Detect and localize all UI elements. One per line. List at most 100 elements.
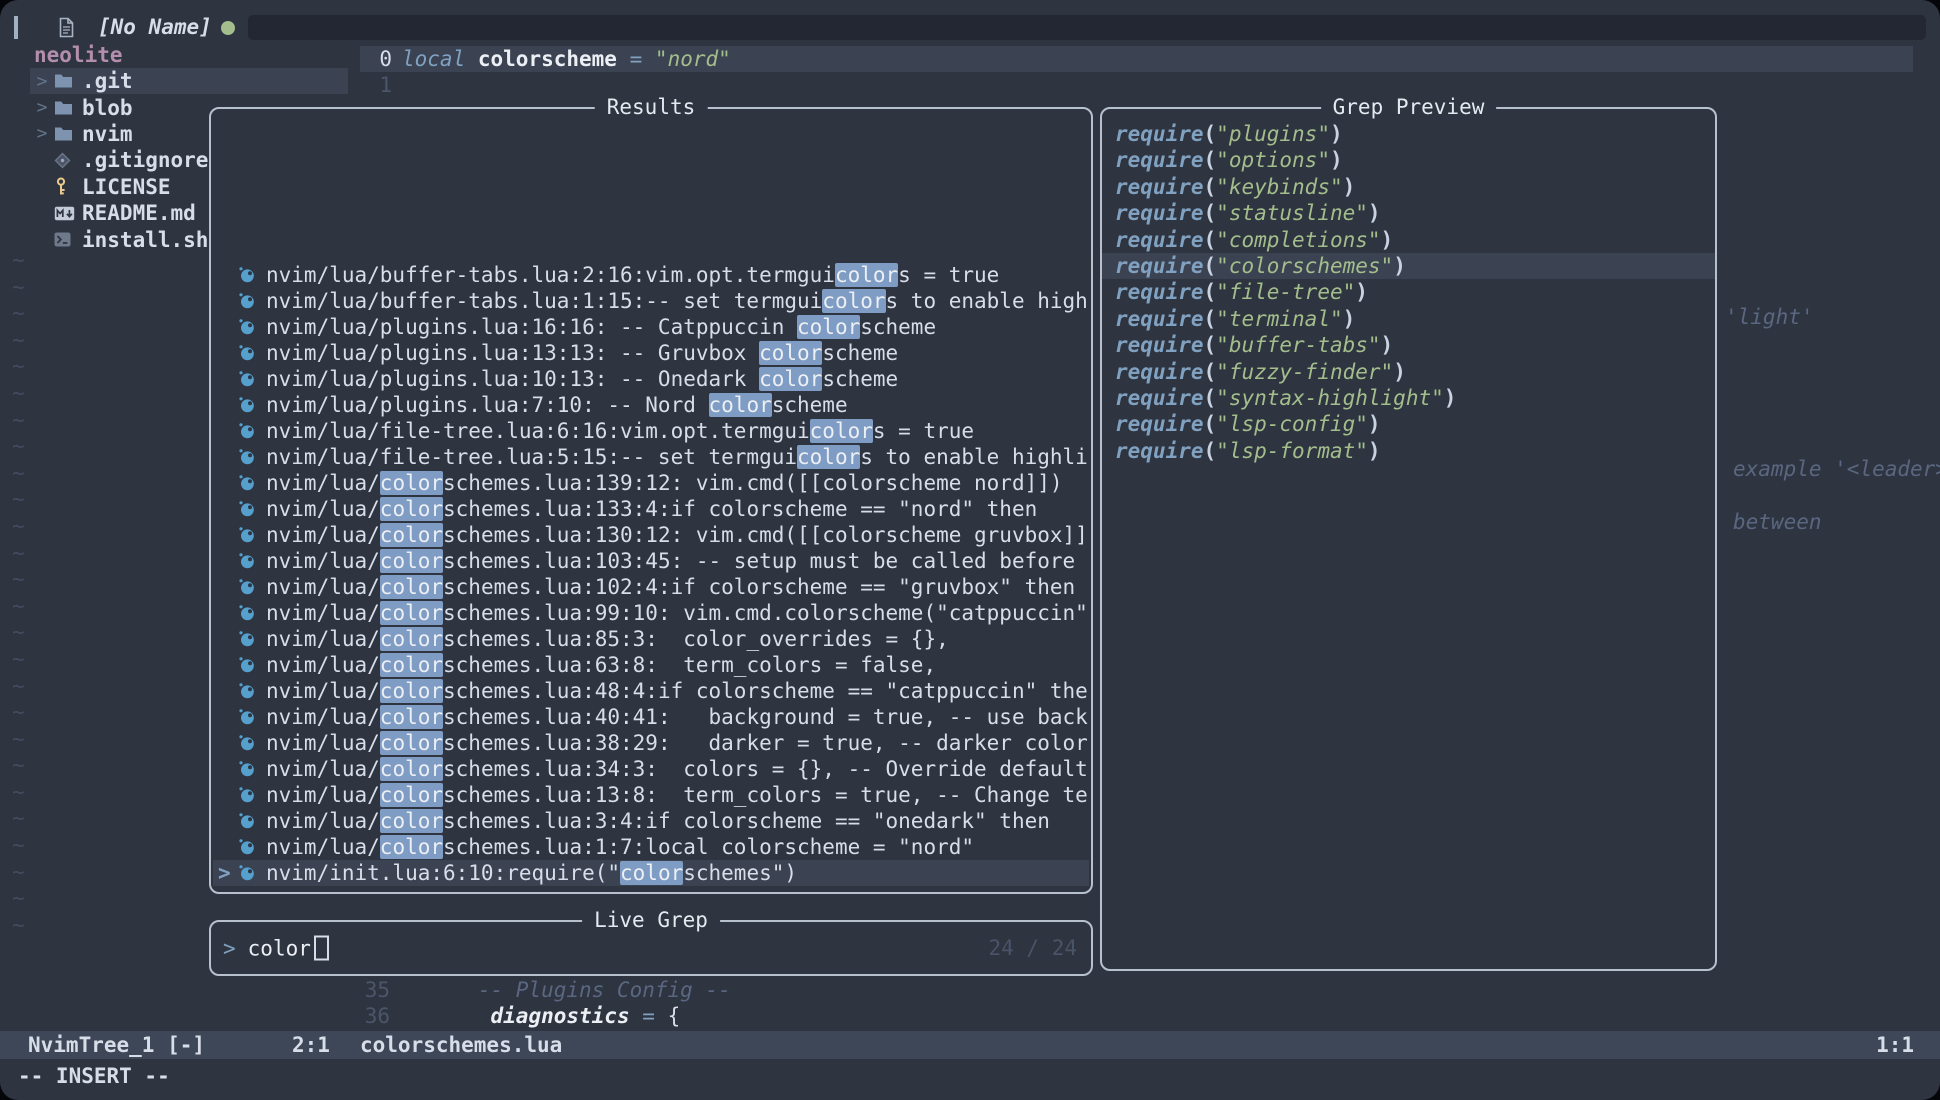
code-token: require bbox=[1115, 175, 1204, 199]
code-token: require bbox=[1115, 333, 1204, 357]
result-text: nvim/lua/colorschemes.lua:1:7:local colo… bbox=[266, 834, 1089, 860]
code-token: require bbox=[1115, 228, 1204, 252]
result-row[interactable]: nvim/lua/colorschemes.lua:38:29: darker … bbox=[213, 730, 1089, 756]
folder-icon bbox=[54, 100, 82, 116]
preview-code-line: require("terminal") bbox=[1102, 306, 1715, 332]
buffer-tab[interactable]: [No Name] bbox=[58, 12, 212, 42]
lua-icon bbox=[238, 422, 266, 440]
result-row[interactable]: nvim/lua/colorschemes.lua:99:10: vim.cmd… bbox=[213, 600, 1089, 626]
code-token: "statusline" bbox=[1216, 201, 1368, 225]
tree-root-label: neolite bbox=[30, 42, 348, 68]
code-token bbox=[402, 1004, 491, 1028]
code-token: "lsp-format" bbox=[1216, 439, 1368, 463]
tree-item-label: nvim bbox=[82, 122, 133, 146]
modified-dot-icon bbox=[221, 21, 235, 35]
git-icon bbox=[54, 152, 82, 169]
result-row[interactable]: nvim/lua/colorschemes.lua:133:4:if color… bbox=[213, 496, 1089, 522]
code-token: "completions" bbox=[1216, 228, 1380, 252]
result-row[interactable]: nvim/lua/file-tree.lua:6:16:vim.opt.term… bbox=[213, 418, 1089, 444]
result-text: nvim/lua/colorschemes.lua:38:29: darker … bbox=[266, 730, 1089, 756]
chevron-right-icon: > bbox=[30, 97, 54, 118]
match-highlight: color bbox=[759, 367, 822, 391]
result-text: nvim/lua/colorschemes.lua:102:4:if color… bbox=[266, 574, 1089, 600]
result-row[interactable]: nvim/lua/colorschemes.lua:130:12: vim.cm… bbox=[213, 522, 1089, 548]
result-row[interactable]: nvim/lua/plugins.lua:7:10: -- Nord color… bbox=[213, 392, 1089, 418]
live-grep-input[interactable]: > color bbox=[223, 936, 329, 961]
match-highlight: color bbox=[797, 315, 860, 339]
line-number: 0 bbox=[358, 46, 392, 72]
code-token: = bbox=[642, 1004, 655, 1028]
result-text: nvim/lua/colorschemes.lua:133:4:if color… bbox=[266, 496, 1089, 522]
lua-icon bbox=[238, 604, 266, 622]
result-row[interactable]: nvim/lua/buffer-tabs.lua:2:16:vim.opt.te… bbox=[213, 262, 1089, 288]
lua-icon bbox=[238, 474, 266, 492]
line-number: 35 bbox=[356, 977, 390, 1003]
background-text-fragment: example '<leader> bbox=[1733, 457, 1940, 481]
preview-code-line: require("fuzzy-finder") bbox=[1102, 359, 1715, 385]
result-row[interactable]: nvim/lua/plugins.lua:10:13: -- Onedark c… bbox=[213, 366, 1089, 392]
result-row[interactable]: nvim/lua/colorschemes.lua:48:4:if colors… bbox=[213, 678, 1089, 704]
grep-preview-content: require("plugins")require("options")requ… bbox=[1102, 121, 1715, 464]
result-row[interactable]: nvim/lua/colorschemes.lua:1:7:local colo… bbox=[213, 834, 1089, 860]
result-row[interactable]: nvim/lua/file-tree.lua:5:15:-- set termg… bbox=[213, 444, 1089, 470]
result-row[interactable]: nvim/lua/colorschemes.lua:85:3: color_ov… bbox=[213, 626, 1089, 652]
result-row[interactable]: nvim/lua/colorschemes.lua:63:8: term_col… bbox=[213, 652, 1089, 678]
result-text: nvim/lua/colorschemes.lua:40:41: backgro… bbox=[266, 704, 1089, 730]
match-highlight: color bbox=[822, 289, 885, 313]
match-highlight: color bbox=[380, 653, 443, 677]
result-text: nvim/lua/plugins.lua:7:10: -- Nord color… bbox=[266, 392, 1089, 418]
statusline: NvimTree_1 [-] 2:1 colorschemes.lua 1:1 bbox=[0, 1031, 1940, 1059]
code-token bbox=[655, 1004, 668, 1028]
code-token: diagnostics bbox=[491, 1004, 630, 1028]
result-text: nvim/init.lua:6:10:require("colorschemes… bbox=[266, 860, 1089, 886]
tab-title: [No Name] bbox=[98, 15, 212, 39]
result-row[interactable]: nvim/lua/colorschemes.lua:139:12: vim.cm… bbox=[213, 470, 1089, 496]
code-token: require bbox=[1115, 280, 1204, 304]
grep-preview-title: Grep Preview bbox=[1321, 95, 1497, 119]
result-row[interactable]: nvim/lua/colorschemes.lua:13:8: term_col… bbox=[213, 782, 1089, 808]
code-token: ( bbox=[1204, 228, 1217, 252]
result-row[interactable]: nvim/lua/colorschemes.lua:34:3: colors =… bbox=[213, 756, 1089, 782]
result-row[interactable]: nvim/lua/buffer-tabs.lua:1:15:-- set ter… bbox=[213, 288, 1089, 314]
match-highlight: color bbox=[835, 263, 898, 287]
match-highlight: color bbox=[380, 835, 443, 859]
code-token: ( bbox=[1204, 175, 1217, 199]
match-highlight: color bbox=[380, 757, 443, 781]
match-highlight: color bbox=[380, 601, 443, 625]
statusline-right-cursor: 1:1 bbox=[1876, 1031, 1914, 1059]
statusline-cursor-position: 2:1 bbox=[292, 1031, 330, 1059]
match-highlight: color bbox=[380, 809, 443, 833]
result-row[interactable]: nvim/lua/plugins.lua:16:16: -- Catppucci… bbox=[213, 314, 1089, 340]
result-row[interactable]: >nvim/init.lua:6:10:require("colorscheme… bbox=[213, 860, 1089, 886]
code-token: "terminal" bbox=[1216, 307, 1342, 331]
code-token bbox=[465, 47, 478, 71]
code-token: ( bbox=[1204, 122, 1217, 146]
tree-item--git[interactable]: >.git bbox=[30, 68, 348, 94]
match-highlight: color bbox=[380, 523, 443, 547]
result-row[interactable]: nvim/lua/plugins.lua:13:13: -- Gruvbox c… bbox=[213, 340, 1089, 366]
code-token: ) bbox=[1343, 175, 1356, 199]
match-highlight: color bbox=[380, 497, 443, 521]
code-token: ( bbox=[1204, 254, 1217, 278]
code-token: ( bbox=[1204, 280, 1217, 304]
result-text: nvim/lua/colorschemes.lua:3:4:if colorsc… bbox=[266, 808, 1089, 834]
lua-icon bbox=[238, 370, 266, 388]
result-row[interactable]: nvim/lua/colorschemes.lua:103:45: -- set… bbox=[213, 548, 1089, 574]
prompt-icon: > bbox=[223, 936, 236, 960]
key-icon bbox=[54, 177, 82, 196]
code-token: require bbox=[1115, 201, 1204, 225]
result-row[interactable]: nvim/lua/colorschemes.lua:40:41: backgro… bbox=[213, 704, 1089, 730]
result-text: nvim/lua/colorschemes.lua:13:8: term_col… bbox=[266, 782, 1089, 808]
tree-item-label: .git bbox=[82, 69, 133, 93]
result-text: nvim/lua/file-tree.lua:5:15:-- set termg… bbox=[266, 444, 1089, 470]
code-token: "options" bbox=[1216, 148, 1330, 172]
line-number: 1 bbox=[358, 72, 392, 98]
preview-code-line: require("lsp-config") bbox=[1102, 411, 1715, 437]
code-token bbox=[642, 47, 655, 71]
code-token: "keybinds" bbox=[1216, 175, 1342, 199]
match-highlight: color bbox=[380, 705, 443, 729]
result-row[interactable]: nvim/lua/colorschemes.lua:102:4:if color… bbox=[213, 574, 1089, 600]
lua-icon bbox=[238, 578, 266, 596]
result-row[interactable]: nvim/lua/colorschemes.lua:3:4:if colorsc… bbox=[213, 808, 1089, 834]
match-counter: 24 / 24 bbox=[988, 936, 1077, 960]
